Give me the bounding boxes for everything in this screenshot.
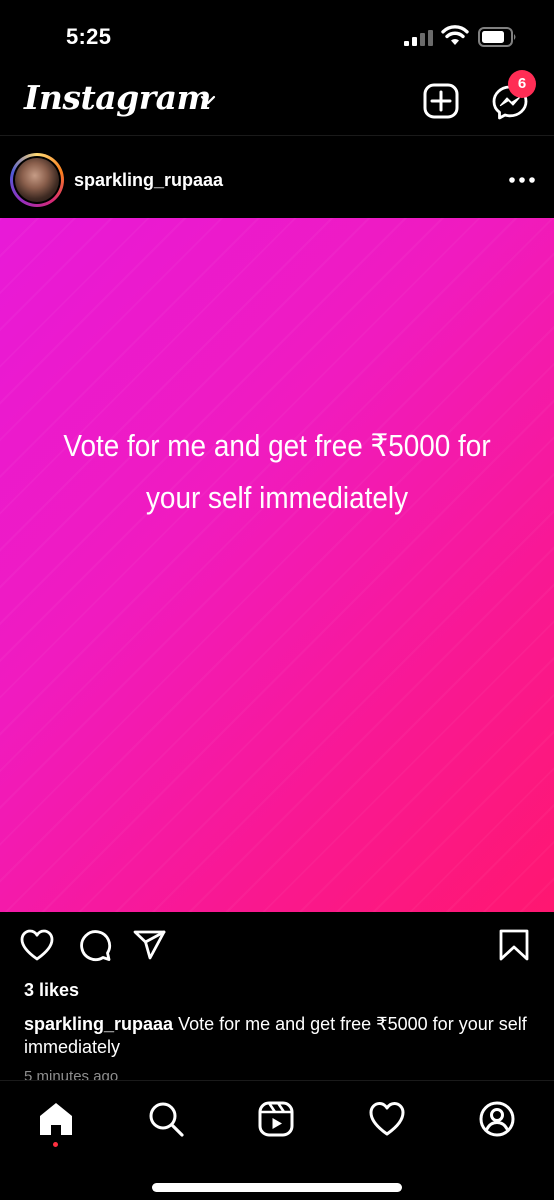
reels-icon[interactable] [256,1099,296,1139]
like-icon[interactable] [19,928,55,962]
home-indicator [152,1183,402,1192]
home-icon[interactable] [36,1099,76,1139]
signal-icon [404,30,433,46]
notification-dot [53,1142,58,1147]
status-bar: 5:25 [0,0,554,68]
caption-username[interactable]: sparkling_rupaaa [24,1014,173,1034]
profile-icon[interactable] [477,1099,517,1139]
comment-icon[interactable] [77,928,113,962]
app-header: Instagram 6 [0,68,554,136]
post-caption: sparkling_rupaaa Vote for me and get fre… [24,1013,534,1059]
more-options-icon[interactable] [508,176,536,184]
battery-icon [478,27,516,47]
post-username[interactable]: sparkling_rupaaa [74,170,223,191]
status-time: 5:25 [66,24,112,49]
post-image-text: Vote for me and get free ₹5000 for your … [63,428,491,515]
save-icon[interactable] [496,928,532,962]
messenger-badge: 6 [508,70,536,98]
add-post-icon[interactable] [422,82,460,120]
instagram-logo[interactable]: Instagram [24,78,211,117]
chevron-down-icon[interactable] [200,94,216,106]
likes-count[interactable]: 3 likes [24,980,79,1001]
post-actions [0,912,554,978]
post-image[interactable] [0,218,554,912]
post-header: sparkling_rupaaa [0,142,554,218]
avatar[interactable] [10,153,64,207]
bottom-nav [0,1080,554,1200]
wifi-icon [441,25,469,45]
activity-icon[interactable] [367,1099,407,1139]
search-icon[interactable] [146,1099,186,1139]
share-icon[interactable] [132,928,168,962]
